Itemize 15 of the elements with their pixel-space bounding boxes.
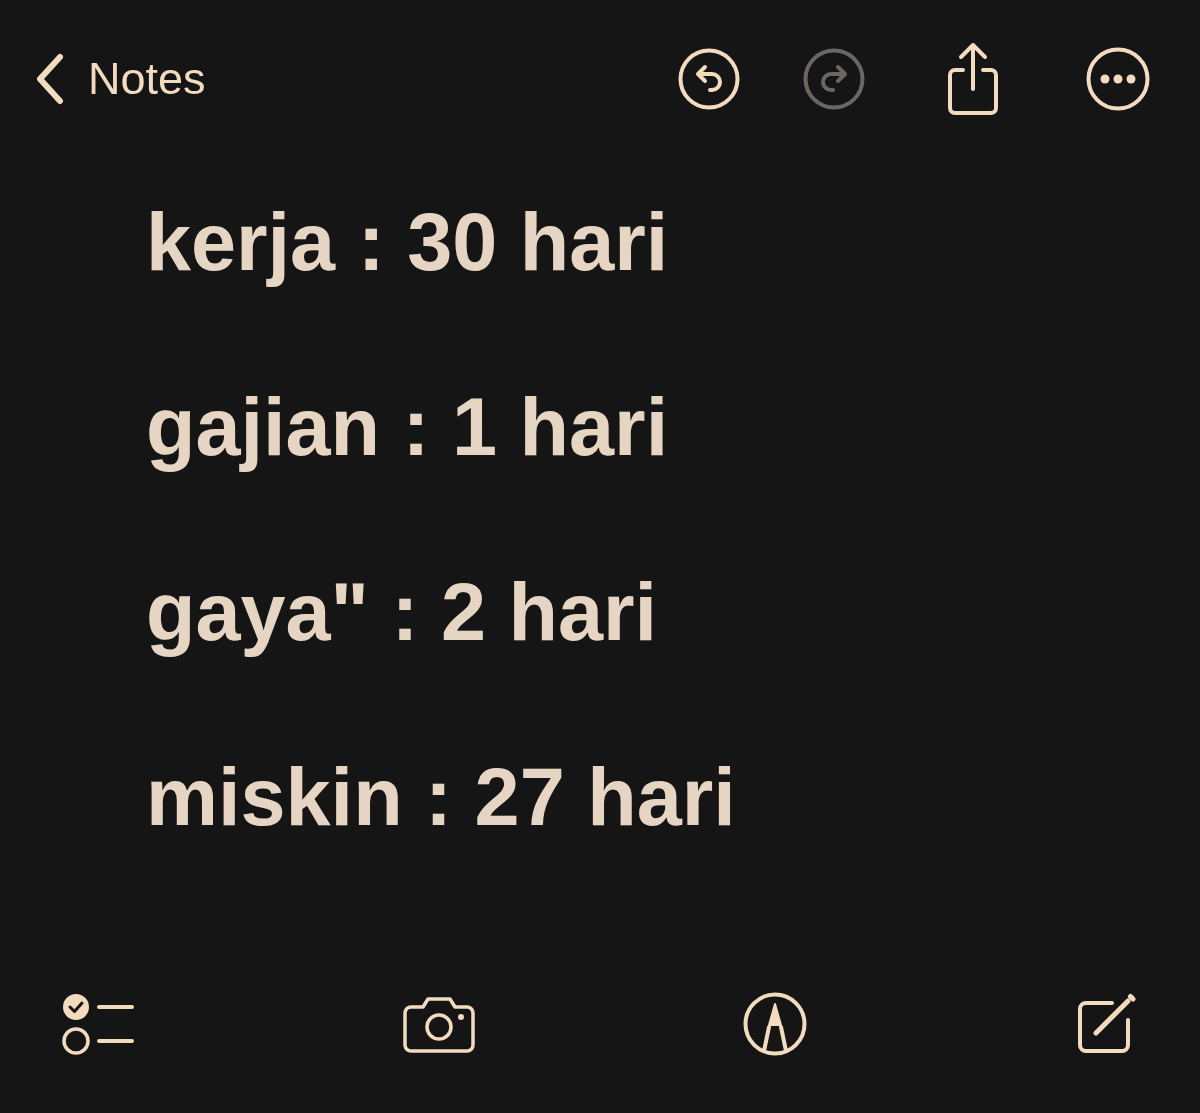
- note-line: miskin : 27 hari: [146, 751, 736, 844]
- redo-icon: [803, 48, 865, 110]
- note-line: gajian : 1 hari: [146, 381, 669, 474]
- more-icon: [1086, 47, 1150, 111]
- note-line: kerja : 30 hari: [146, 196, 669, 289]
- chevron-left-icon: [34, 53, 66, 105]
- camera-icon: [402, 995, 475, 1053]
- compose-icon: [1075, 993, 1136, 1055]
- checklist-button[interactable]: [60, 991, 136, 1057]
- undo-icon: [678, 48, 740, 110]
- pen-tip-icon: [743, 992, 808, 1056]
- share-icon: [945, 41, 1001, 117]
- checklist-icon: [62, 993, 134, 1055]
- back-button[interactable]: Notes: [30, 51, 210, 107]
- note-line: gaya" : 2 hari: [146, 566, 658, 659]
